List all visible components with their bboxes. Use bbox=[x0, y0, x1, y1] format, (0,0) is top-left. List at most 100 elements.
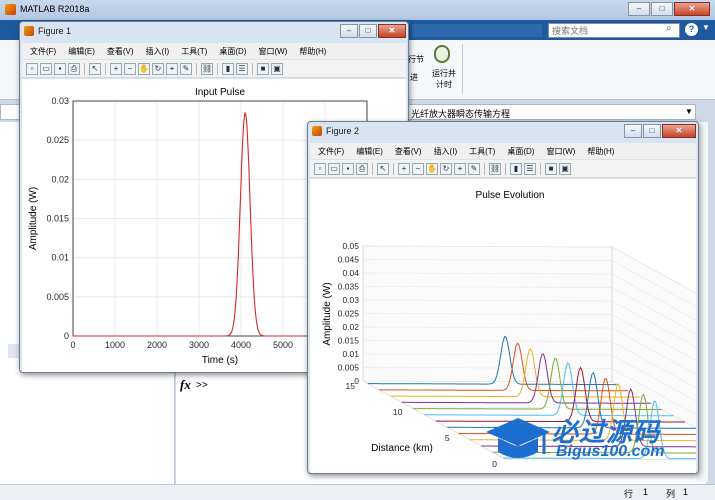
menu-desktop[interactable]: 桌面(D) bbox=[507, 146, 534, 157]
search-documentation-input[interactable] bbox=[548, 23, 680, 38]
edit-plot-arrow-icon[interactable]: ↖ bbox=[89, 62, 101, 75]
toolbar-divider bbox=[217, 62, 218, 75]
status-bar: 行 1 列 1 bbox=[0, 484, 715, 500]
menu-edit[interactable]: 编辑(E) bbox=[68, 46, 95, 57]
distance-axis-label: Distance (km) bbox=[371, 443, 433, 454]
save-icon[interactable]: ▪ bbox=[54, 62, 66, 75]
distance-tick-label: 5 bbox=[445, 433, 450, 443]
figure1-menubar: 文件(F) 编辑(E) 查看(V) 插入(I) 工具(T) 桌面(D) 窗口(W… bbox=[22, 43, 406, 59]
legend-icon[interactable]: ☰ bbox=[524, 162, 536, 175]
z-tick-label: 0.02 bbox=[342, 322, 359, 332]
figure2-close-button[interactable]: ✕ bbox=[662, 124, 696, 138]
command-prompt[interactable]: >> bbox=[196, 380, 208, 391]
z-axis-label: Amplitude (W) bbox=[322, 282, 333, 345]
colorbar-icon[interactable]: ▮ bbox=[222, 62, 234, 75]
menu-help[interactable]: 帮助(H) bbox=[299, 46, 326, 57]
z-tick-label: 0.025 bbox=[338, 309, 360, 319]
menu-insert[interactable]: 插入(I) bbox=[434, 146, 458, 157]
menu-desktop[interactable]: 桌面(D) bbox=[219, 46, 246, 57]
x-tick-label: 3000 bbox=[189, 340, 209, 350]
menu-help[interactable]: 帮助(H) bbox=[587, 146, 614, 157]
menu-view[interactable]: 查看(V) bbox=[107, 46, 134, 57]
hide-plot-tools-icon[interactable]: ■ bbox=[545, 162, 557, 175]
new-figure-icon[interactable]: ▫ bbox=[26, 62, 38, 75]
pan-hand-icon[interactable]: ✋ bbox=[138, 62, 150, 75]
menu-edit[interactable]: 编辑(E) bbox=[356, 146, 383, 157]
address-path[interactable]: 光纤放大器瞬态传输方程 bbox=[411, 107, 510, 120]
main-minimize-button[interactable]: – bbox=[628, 2, 650, 16]
menu-file[interactable]: 文件(F) bbox=[318, 146, 344, 157]
z-tick-label: 0.005 bbox=[338, 363, 360, 373]
address-dropdown-icon[interactable]: ▼ bbox=[685, 107, 693, 116]
graduation-cap-icon bbox=[486, 418, 550, 458]
zoom-in-icon[interactable]: + bbox=[398, 162, 410, 175]
search-icon[interactable]: ⌕ bbox=[666, 23, 672, 34]
ribbon-advance-label[interactable]: 进 bbox=[410, 72, 418, 83]
ribbon-run-time-label-2[interactable]: 计时 bbox=[436, 79, 452, 90]
zoom-out-icon[interactable]: − bbox=[412, 162, 424, 175]
save-icon[interactable]: ▪ bbox=[342, 162, 354, 175]
figure2-minimize-button[interactable]: – bbox=[624, 124, 642, 138]
menu-view[interactable]: 查看(V) bbox=[395, 146, 422, 157]
figure1-minimize-button[interactable]: – bbox=[340, 24, 358, 38]
z-tick-label: 0.045 bbox=[338, 255, 360, 265]
data-cursor-icon[interactable]: ⌖ bbox=[166, 62, 178, 75]
main-title: MATLAB R2018a bbox=[20, 4, 90, 14]
watermark-url: Bigus100.com bbox=[556, 443, 665, 460]
show-plot-tools-icon[interactable]: ▣ bbox=[271, 62, 283, 75]
show-plot-tools-icon[interactable]: ▣ bbox=[559, 162, 571, 175]
y-tick-label: 0.01 bbox=[51, 253, 69, 263]
menu-insert[interactable]: 插入(I) bbox=[146, 46, 170, 57]
y-tick-label: 0.02 bbox=[51, 174, 69, 184]
menu-tools[interactable]: 工具(T) bbox=[181, 46, 207, 57]
menu-window[interactable]: 窗口(W) bbox=[258, 46, 287, 57]
menu-tools[interactable]: 工具(T) bbox=[469, 146, 495, 157]
help-icon[interactable]: ? bbox=[685, 23, 698, 36]
rotate-3d-icon[interactable]: ↻ bbox=[440, 162, 452, 175]
main-close-button[interactable]: ✕ bbox=[674, 2, 710, 16]
link-plot-icon[interactable]: ⛓ bbox=[201, 62, 213, 75]
open-file-icon[interactable]: ▭ bbox=[328, 162, 340, 175]
watermark: 必过源码 Bigus100.com bbox=[484, 410, 694, 465]
figure1-maximize-button[interactable]: □ bbox=[359, 24, 377, 38]
quick-access-toolbar[interactable] bbox=[412, 24, 542, 37]
brush-icon[interactable]: ✎ bbox=[468, 162, 480, 175]
brush-icon[interactable]: ✎ bbox=[180, 62, 192, 75]
colorbar-icon[interactable]: ▮ bbox=[510, 162, 522, 175]
status-col-value: 1 bbox=[683, 487, 689, 497]
status-row-label: 行 bbox=[624, 489, 634, 499]
pan-hand-icon[interactable]: ✋ bbox=[426, 162, 438, 175]
main-maximize-button[interactable]: □ bbox=[651, 2, 673, 16]
ribbon-run-time-label-1[interactable]: 运行并 bbox=[432, 68, 456, 79]
z-tick-label: 0.015 bbox=[338, 336, 360, 346]
data-cursor-icon[interactable]: ⌖ bbox=[454, 162, 466, 175]
legend-icon[interactable]: ☰ bbox=[236, 62, 248, 75]
toolbar-divider bbox=[505, 162, 506, 175]
y-tick-label: 0.03 bbox=[51, 96, 69, 106]
edit-plot-arrow-icon[interactable]: ↖ bbox=[377, 162, 389, 175]
y-tick-label: 0 bbox=[64, 331, 69, 341]
figure1-close-button[interactable]: ✕ bbox=[378, 24, 406, 38]
menu-file[interactable]: 文件(F) bbox=[30, 46, 56, 57]
zoom-out-icon[interactable]: − bbox=[124, 62, 136, 75]
zoom-in-icon[interactable]: + bbox=[110, 62, 122, 75]
link-plot-icon[interactable]: ⛓ bbox=[489, 162, 501, 175]
print-icon[interactable]: ⎙ bbox=[68, 62, 80, 75]
y-tick-label: 0.015 bbox=[46, 214, 69, 224]
toolbar-divider bbox=[105, 62, 106, 75]
print-icon[interactable]: ⎙ bbox=[356, 162, 368, 175]
figure2-maximize-button[interactable]: □ bbox=[643, 124, 661, 138]
ribbon-run-section-label[interactable]: 行节 bbox=[408, 54, 424, 65]
x-tick-label: 5000 bbox=[273, 340, 293, 350]
chevron-down-icon[interactable]: ▼ bbox=[702, 23, 710, 32]
run-and-time-icon[interactable] bbox=[434, 45, 450, 63]
x-tick-label: 2000 bbox=[147, 340, 167, 350]
new-figure-icon[interactable]: ▫ bbox=[314, 162, 326, 175]
menu-window[interactable]: 窗口(W) bbox=[546, 146, 575, 157]
rotate-3d-icon[interactable]: ↻ bbox=[152, 62, 164, 75]
open-file-icon[interactable]: ▭ bbox=[40, 62, 52, 75]
z-tick-label: 0.03 bbox=[342, 295, 359, 305]
chart-title: Input Pulse bbox=[195, 87, 245, 98]
distance-tick-label: 10 bbox=[393, 407, 403, 417]
hide-plot-tools-icon[interactable]: ■ bbox=[257, 62, 269, 75]
